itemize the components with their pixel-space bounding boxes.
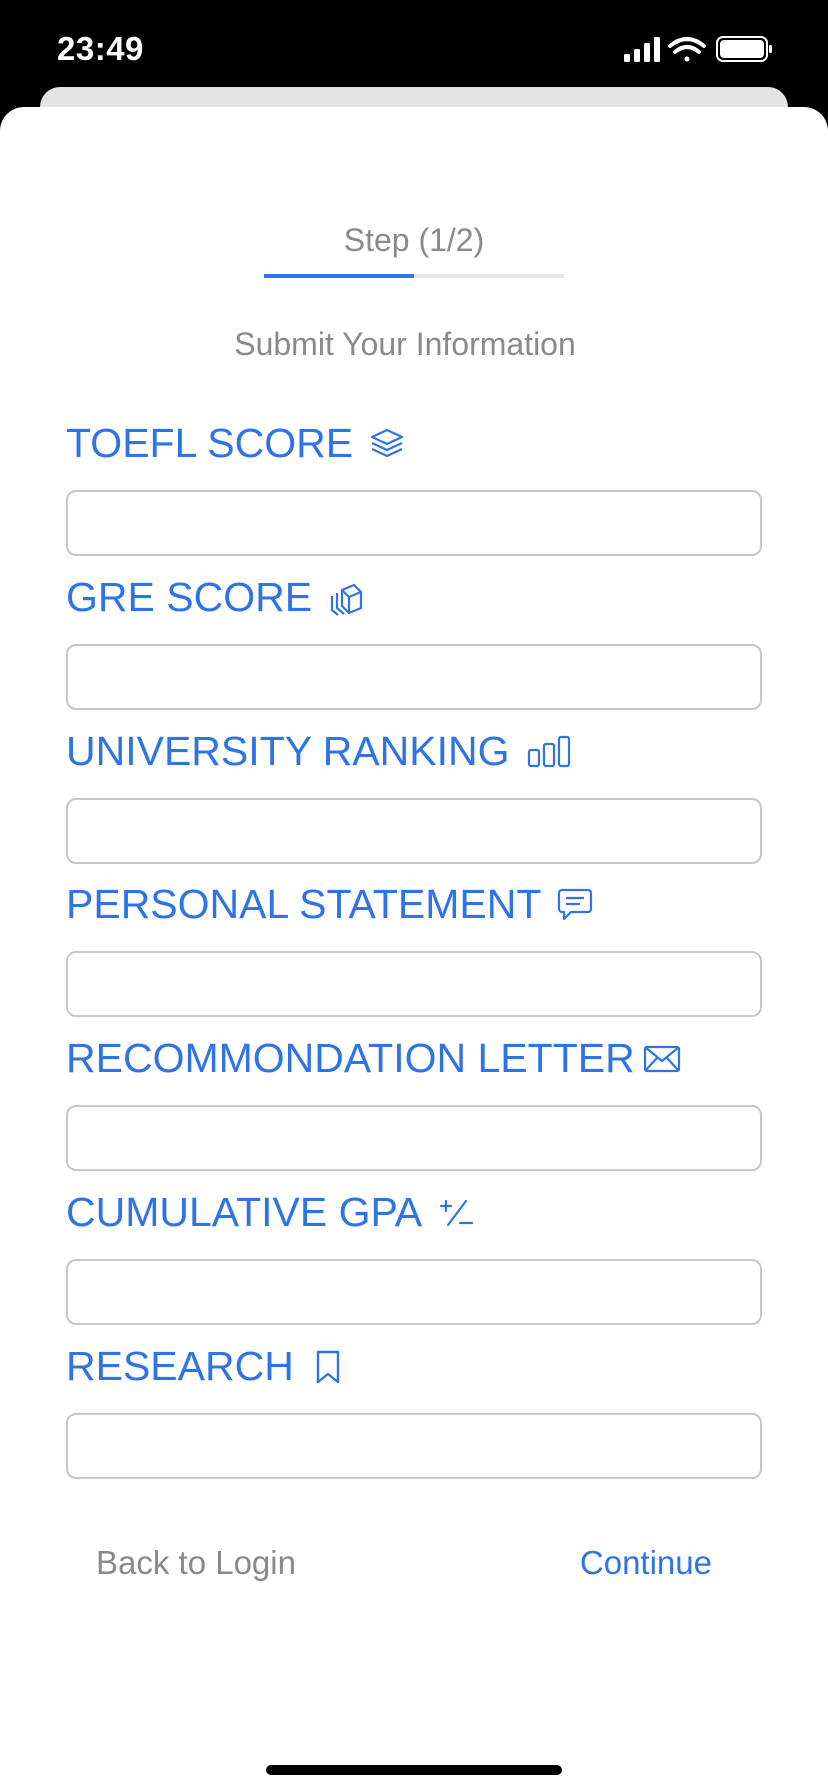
back-to-login-button[interactable]: Back to Login — [96, 1544, 296, 1582]
cumulative-gpa-label-text: CUMULATIVE GPA — [66, 1189, 423, 1235]
gre-score-input[interactable] — [66, 644, 762, 710]
status-time: 23:49 — [57, 30, 144, 67]
step-progress-fill — [264, 274, 414, 278]
recommendation-letter-input[interactable] — [66, 1105, 762, 1171]
form-subtitle: Submit Your Information — [234, 326, 576, 362]
signal-icon — [624, 37, 660, 62]
bookmark-icon — [310, 1349, 346, 1385]
personal-statement-label-text: PERSONAL STATEMENT — [66, 881, 542, 927]
research-label-text: RESEARCH — [66, 1343, 294, 1389]
chart-bar-icon — [526, 734, 570, 770]
gre-score-label-text: GRE SCORE — [66, 574, 313, 620]
cube-icon — [328, 580, 364, 616]
message-icon — [557, 887, 593, 923]
layers-icon — [369, 426, 405, 462]
plus-minus-icon — [438, 1195, 474, 1231]
personal-statement-input[interactable] — [66, 951, 762, 1017]
personal-statement-label: PERSONAL STATEMENT — [66, 881, 593, 928]
status-bar: 23:49 — [0, 0, 828, 100]
step-label: Step (1/2) — [343, 222, 485, 258]
university-ranking-label: UNIVERSITY RANKING — [66, 728, 570, 775]
envelope-icon — [643, 1041, 680, 1077]
recommendation-letter-label-text: RECOMMONDATION LETTER — [66, 1035, 635, 1081]
cumulative-gpa-label: CUMULATIVE GPA — [66, 1189, 474, 1236]
step-progress-bar — [264, 274, 564, 278]
research-label: RESEARCH — [66, 1343, 346, 1390]
status-icons — [610, 34, 790, 66]
research-input[interactable] — [66, 1413, 762, 1479]
toefl-score-label-text: TOEFL SCORE — [66, 420, 354, 466]
gre-score-label: GRE SCORE — [66, 574, 364, 621]
battery-icon — [716, 36, 772, 62]
recommendation-letter-label: RECOMMONDATION LETTER — [66, 1035, 680, 1082]
university-ranking-label-text: UNIVERSITY RANKING — [66, 728, 510, 774]
toefl-score-label: TOEFL SCORE — [66, 420, 405, 467]
wifi-icon — [668, 37, 706, 62]
continue-button[interactable]: Continue — [580, 1544, 712, 1582]
home-indicator — [266, 1765, 562, 1775]
toefl-score-input[interactable] — [66, 490, 762, 556]
university-ranking-input[interactable] — [66, 798, 762, 864]
cumulative-gpa-input[interactable] — [66, 1259, 762, 1325]
